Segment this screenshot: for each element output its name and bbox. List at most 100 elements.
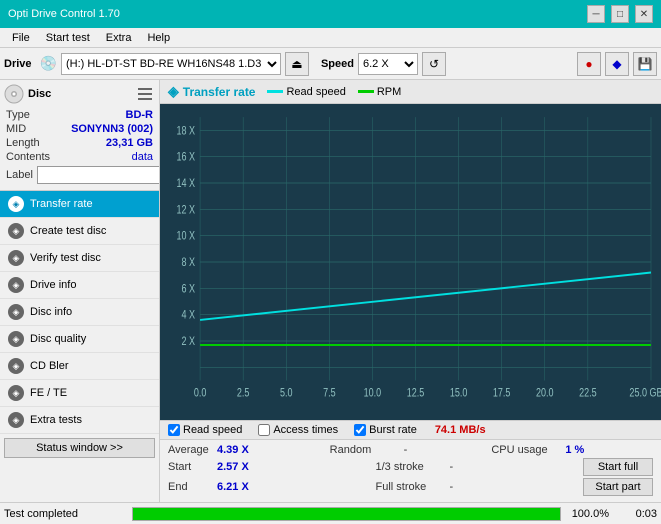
stat-average-label: Average <box>168 444 213 456</box>
stat-cpu-value: 1 % <box>565 444 595 456</box>
nav-label-extra-tests: Extra tests <box>30 414 82 426</box>
nav-icon-disc-quality: ◈ <box>8 331 24 347</box>
nav-label-verify-test-disc: Verify test disc <box>30 252 101 264</box>
svg-text:18 X: 18 X <box>177 124 196 138</box>
right-panel: ◈ Transfer rate Read speed RPM <box>160 80 661 502</box>
disc-icon <box>4 84 24 104</box>
nav-item-drive-info[interactable]: ◈ Drive info <box>0 272 159 299</box>
stat-random: Random - <box>330 444 492 456</box>
chart-legend: Read speed Access times Burst rate 74.1 … <box>160 420 661 439</box>
status-window-button[interactable]: Status window >> <box>4 438 155 458</box>
stat-average: Average 4.39 X <box>168 444 330 456</box>
time-remaining: 0:03 <box>617 508 657 520</box>
stat-fullstroke: Full stroke - <box>376 481 584 493</box>
nav-icon-fe-te: ◈ <box>8 385 24 401</box>
svg-text:22.5: 22.5 <box>579 386 597 400</box>
nav-icon-extra-tests: ◈ <box>8 412 24 428</box>
nav-item-extra-tests[interactable]: ◈ Extra tests <box>0 407 159 434</box>
status-text: Test completed <box>4 508 124 520</box>
speed-select[interactable]: 6.2 X Max 4 X 2 X <box>358 53 418 75</box>
close-button[interactable]: ✕ <box>635 5 653 23</box>
menu-extra[interactable]: Extra <box>98 30 140 46</box>
stat-cpu-label: CPU usage <box>491 444 561 456</box>
burst-rate-checkbox[interactable] <box>354 424 366 436</box>
stats-row-end: End 6.21 X Full stroke - Start part <box>168 478 653 496</box>
progress-bar-wrapper <box>132 507 561 521</box>
titlebar: Opti Drive Control 1.70 ─ □ ✕ <box>0 0 661 28</box>
record-button[interactable]: ● <box>577 52 601 76</box>
svg-text:4 X: 4 X <box>182 308 196 322</box>
menu-start-test[interactable]: Start test <box>38 30 98 46</box>
disc-contents-label: Contents <box>6 151 50 163</box>
color-button[interactable]: ◆ <box>605 52 629 76</box>
stat-onethird-value: - <box>450 461 470 473</box>
nav-item-disc-info[interactable]: ◈ Disc info <box>0 299 159 326</box>
disc-contents-row: Contents data <box>4 150 155 164</box>
disc-type-value: BD-R <box>126 109 154 121</box>
menu-help[interactable]: Help <box>139 30 178 46</box>
svg-text:15.0: 15.0 <box>450 386 468 400</box>
toolbar: Drive 💿 (H:) HL-DT-ST BD-RE WH16NS48 1.D… <box>0 48 661 80</box>
svg-text:12.5: 12.5 <box>407 386 425 400</box>
legend-access-times-check[interactable]: Access times <box>258 424 338 436</box>
stat-fullstroke-value: - <box>450 481 470 493</box>
nav-label-cd-bler: CD Bler <box>30 360 69 372</box>
disc-length-row: Length 23,31 GB <box>4 136 155 150</box>
nav-item-cd-bler[interactable]: ◈ CD Bler <box>0 353 159 380</box>
main-area: Disc Type BD-R MID SONYNN3 (002) Length … <box>0 80 661 502</box>
disc-section: Disc Type BD-R MID SONYNN3 (002) Length … <box>0 80 159 191</box>
nav-label-disc-info: Disc info <box>30 306 72 318</box>
statusbar: Test completed 100.0% 0:03 <box>0 502 661 524</box>
svg-text:2.5: 2.5 <box>237 386 250 400</box>
nav-item-create-test-disc[interactable]: ◈ Create test disc <box>0 218 159 245</box>
restore-button[interactable]: □ <box>611 5 629 23</box>
save-button[interactable]: 💾 <box>633 52 657 76</box>
stat-random-label: Random <box>330 444 400 456</box>
disc-label-label: Label <box>6 169 33 181</box>
chart-svg: 18 X 16 X 14 X 12 X 10 X 8 X 6 X 4 X 2 X… <box>160 104 661 420</box>
legend-read-speed: Read speed <box>267 86 345 98</box>
legend-burst-rate-check[interactable]: Burst rate <box>354 424 417 436</box>
stat-random-value: - <box>404 444 424 456</box>
disc-options-icon[interactable] <box>135 84 155 104</box>
nav-item-disc-quality[interactable]: ◈ Disc quality <box>0 326 159 353</box>
speed-label: Speed <box>321 58 354 70</box>
svg-text:2 X: 2 X <box>182 335 196 349</box>
start-part-button[interactable]: Start part <box>583 478 653 496</box>
app-title: Opti Drive Control 1.70 <box>8 8 120 20</box>
start-full-button[interactable]: Start full <box>583 458 653 476</box>
legend-read-speed-check[interactable]: Read speed <box>168 424 242 436</box>
svg-text:0.0: 0.0 <box>194 386 207 400</box>
nav-label-disc-quality: Disc quality <box>30 333 86 345</box>
disc-type-label: Type <box>6 109 30 121</box>
nav-item-transfer-rate[interactable]: ◈ Transfer rate <box>0 191 159 218</box>
stat-cpu: CPU usage 1 % <box>491 444 653 456</box>
disc-type-row: Type BD-R <box>4 108 155 122</box>
stat-onethird-label: 1/3 stroke <box>376 461 446 473</box>
stats-section: Average 4.39 X Random - CPU usage 1 % St… <box>160 439 661 502</box>
legend-rpm-color <box>358 90 374 93</box>
svg-text:6 X: 6 X <box>182 282 196 296</box>
drive-select[interactable]: (H:) HL-DT-ST BD-RE WH16NS48 1.D3 <box>61 53 281 75</box>
minimize-button[interactable]: ─ <box>587 5 605 23</box>
chart-title: ◈ Transfer rate <box>168 83 255 100</box>
read-speed-checkbox[interactable] <box>168 424 180 436</box>
nav-icon-create-test-disc: ◈ <box>8 223 24 239</box>
menu-file[interactable]: File <box>4 30 38 46</box>
access-times-checkbox[interactable] <box>258 424 270 436</box>
progress-percent: 100.0% <box>569 508 609 520</box>
nav-label-drive-info: Drive info <box>30 279 76 291</box>
eject-button[interactable]: ⏏ <box>285 52 309 76</box>
disc-contents-value: data <box>132 151 153 163</box>
burst-rate-value: 74.1 MB/s <box>435 424 486 436</box>
stat-end-label: End <box>168 481 213 493</box>
nav-icon-drive-info: ◈ <box>8 277 24 293</box>
refresh-button[interactable]: ↺ <box>422 52 446 76</box>
stat-start-label: Start <box>168 461 213 473</box>
svg-text:16 X: 16 X <box>177 150 196 164</box>
stat-onethird: 1/3 stroke - <box>376 461 584 473</box>
disc-label-input[interactable] <box>37 166 160 184</box>
menubar: File Start test Extra Help <box>0 28 661 48</box>
nav-item-fe-te[interactable]: ◈ FE / TE <box>0 380 159 407</box>
nav-item-verify-test-disc[interactable]: ◈ Verify test disc <box>0 245 159 272</box>
